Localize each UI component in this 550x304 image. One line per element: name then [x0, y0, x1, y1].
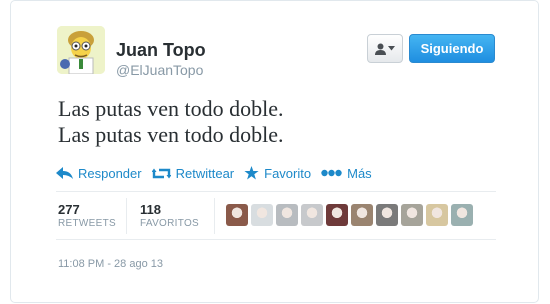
favoriter-avatar[interactable] — [226, 204, 248, 226]
user-icon — [375, 43, 386, 55]
favoriters-avatars — [226, 204, 473, 226]
stats-divider — [214, 198, 215, 234]
favoriter-avatar[interactable] — [301, 204, 323, 226]
chevron-down-icon — [388, 46, 395, 51]
tweet-card: Juan Topo @ElJuanTopo Siguiendo Las puta… — [10, 0, 539, 303]
favoriter-avatar[interactable] — [451, 204, 473, 226]
retweet-button[interactable]: Retwittear — [151, 165, 235, 181]
tweet-text: Las putas ven todo doble. Las putas ven … — [58, 96, 498, 148]
reply-label: Responder — [78, 165, 142, 181]
favorite-label: Favorito — [264, 165, 312, 181]
favorites-count: 118 — [140, 202, 161, 217]
favoriter-avatar[interactable] — [376, 204, 398, 226]
avatar[interactable] — [57, 26, 105, 74]
more-icon — [321, 169, 342, 177]
more-button[interactable]: Más — [321, 166, 372, 181]
retweets-count: 277 — [58, 202, 80, 217]
user-actions-dropdown[interactable] — [367, 34, 403, 63]
favorites-stat[interactable]: 118 FAVORITOS — [140, 202, 199, 231]
retweet-icon — [151, 168, 171, 178]
retweet-label: Retwittear — [175, 165, 235, 181]
favoriter-avatar[interactable] — [251, 204, 273, 226]
display-name[interactable]: Juan Topo — [116, 40, 206, 60]
reply-icon — [56, 167, 73, 179]
tweet-text-line: Las putas ven todo doble. — [58, 122, 284, 147]
favoriter-avatar[interactable] — [276, 204, 298, 226]
favoriter-avatar[interactable] — [351, 204, 373, 226]
favorites-label: FAVORITOS — [140, 218, 200, 229]
favorite-button[interactable]: Favorito — [244, 166, 311, 181]
stats-divider — [126, 198, 127, 234]
username-handle[interactable]: @ElJuanTopo — [116, 62, 203, 78]
tweet-actions: Responder Retwittear Favorito Más — [56, 164, 382, 182]
favoriter-avatar[interactable] — [326, 204, 348, 226]
more-label: Más — [347, 165, 372, 181]
avatar-image — [57, 26, 105, 74]
favoriter-avatar[interactable] — [401, 204, 423, 226]
tweet-timestamp[interactable]: 11:08 PM - 28 ago 13 — [58, 258, 163, 271]
retweets-label: RETWEETS — [58, 218, 116, 229]
following-button[interactable]: Siguiendo — [409, 34, 495, 63]
favoriter-avatar[interactable] — [426, 204, 448, 226]
reply-button[interactable]: Responder — [56, 166, 142, 181]
retweets-stat[interactable]: 277 RETWEETS — [58, 202, 116, 231]
tweet-stats: 277 RETWEETS 118 FAVORITOS — [56, 191, 496, 240]
star-icon — [244, 166, 259, 180]
tweet-text-line: Las putas ven todo doble. — [58, 96, 284, 121]
